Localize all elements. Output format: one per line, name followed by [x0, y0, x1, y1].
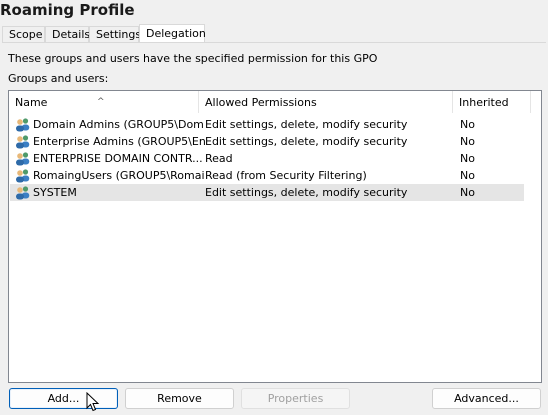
list-item[interactable]: Enterprise Admins (GROUP5\Ent... Edit se…: [10, 133, 524, 150]
window-title: Roaming Profile: [0, 1, 135, 19]
cell-permissions: Read: [205, 152, 233, 165]
tab-delegation[interactable]: Delegation: [139, 24, 206, 43]
cell-name: RomaingUsers (GROUP5\Romai...: [33, 169, 205, 182]
cell-inherited: No: [460, 152, 475, 165]
cell-name: Enterprise Admins (GROUP5\Ent...: [33, 135, 205, 148]
column-header-name[interactable]: ^ Name: [9, 91, 199, 113]
column-header-permissions[interactable]: Allowed Permissions: [199, 91, 453, 113]
delegation-panel: These groups and users have the specifie…: [2, 42, 546, 415]
sort-ascending-icon: ^: [97, 97, 105, 107]
list-item[interactable]: RomaingUsers (GROUP5\Romai... Read (from…: [10, 167, 524, 184]
column-header-inherited[interactable]: Inherited: [453, 91, 531, 113]
advanced-button[interactable]: Advanced...: [432, 388, 541, 409]
cell-permissions: Edit settings, delete, modify security: [205, 135, 408, 148]
tab-scope[interactable]: Scope: [2, 26, 45, 42]
tab-details[interactable]: Details: [45, 26, 90, 42]
cell-inherited: No: [460, 118, 475, 131]
mouse-cursor-icon: [86, 392, 100, 412]
cell-permissions: Read (from Security Filtering): [205, 169, 367, 182]
info-text: These groups and users have the specifie…: [8, 52, 378, 65]
properties-button: Properties: [241, 388, 350, 409]
remove-button[interactable]: Remove: [125, 388, 234, 409]
list-item[interactable]: Domain Admins (GROUP5\Dom... Edit settin…: [10, 116, 524, 133]
groups-list[interactable]: ^ Name Allowed Permissions Inherited Dom…: [8, 90, 542, 383]
cell-inherited: No: [460, 186, 475, 199]
group-icon: [16, 186, 30, 200]
column-name-label: Name: [15, 96, 48, 109]
cell-permissions: Edit settings, delete, modify security: [205, 186, 408, 199]
cell-inherited: No: [460, 135, 475, 148]
column-permissions-label: Allowed Permissions: [205, 96, 317, 109]
group-icon: [16, 135, 30, 149]
group-icon: [16, 118, 30, 132]
cell-permissions: Edit settings, delete, modify security: [205, 118, 408, 131]
tab-settings[interactable]: Settings: [89, 26, 141, 42]
list-item[interactable]: ENTERPRISE DOMAIN CONTR... Read No: [10, 150, 524, 167]
cell-name: SYSTEM: [33, 186, 77, 199]
list-item-selected[interactable]: SYSTEM Edit settings, delete, modify sec…: [10, 184, 524, 201]
list-header: ^ Name Allowed Permissions Inherited: [9, 91, 541, 113]
column-inherited-label: Inherited: [459, 96, 509, 109]
cell-inherited: No: [460, 169, 475, 182]
cell-name: ENTERPRISE DOMAIN CONTR...: [33, 152, 203, 165]
group-icon: [16, 169, 30, 183]
groups-label: Groups and users:: [8, 72, 109, 85]
cell-name: Domain Admins (GROUP5\Dom...: [33, 118, 205, 131]
group-icon: [16, 152, 30, 166]
